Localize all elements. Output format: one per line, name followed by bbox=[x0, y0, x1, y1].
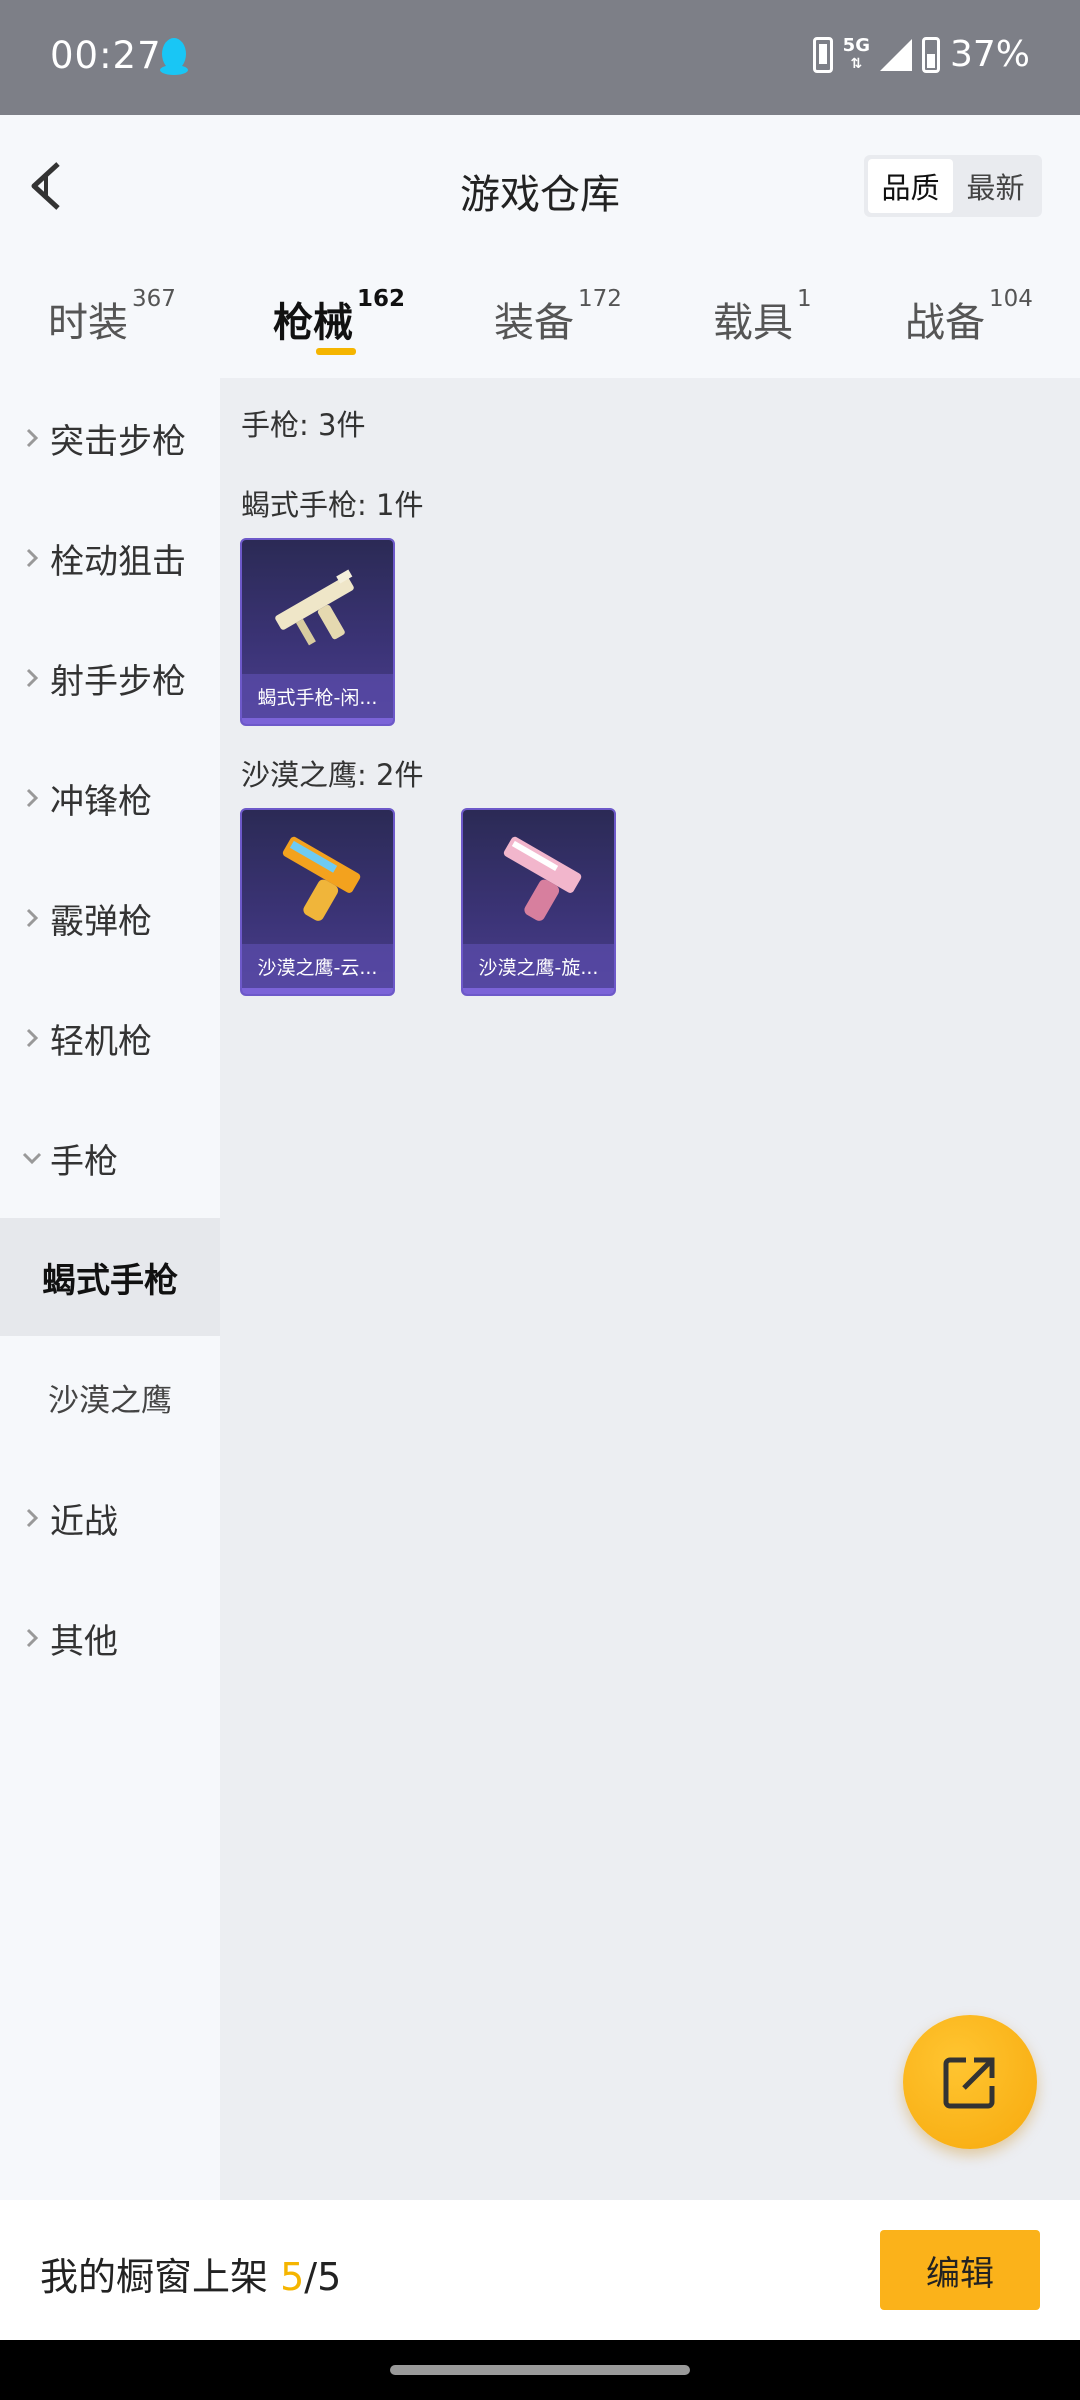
status-icons: 5G ⇅ 37% bbox=[812, 34, 1030, 75]
tab-vehicles[interactable]: 载具1 bbox=[713, 286, 812, 348]
tab-costume[interactable]: 时装367 bbox=[48, 286, 176, 348]
sidebar-item-label: 突击步枪 bbox=[50, 421, 186, 462]
sidebar-item-shotgun[interactable]: 霰弹枪 bbox=[0, 858, 220, 978]
sidebar-item-smg[interactable]: 冲锋枪 bbox=[0, 738, 220, 858]
status-bar: 00:27 5G ⇅ 37% bbox=[0, 0, 1080, 115]
sidebar-item-melee[interactable]: 近战 bbox=[0, 1458, 220, 1578]
chevron-right-icon bbox=[18, 1504, 46, 1532]
home-gesture-handle[interactable] bbox=[390, 2365, 690, 2375]
sidebar-item-label: 霰弹枪 bbox=[50, 901, 152, 942]
sidebar-subitem-desert-eagle[interactable]: 沙漠之鹰 bbox=[0, 1338, 220, 1456]
chevron-right-icon bbox=[18, 664, 46, 692]
tab-supplies[interactable]: 战备104 bbox=[905, 286, 1033, 348]
sidebar-item-bolt-sniper[interactable]: 栓动狙击 bbox=[0, 498, 220, 618]
tab-count: 104 bbox=[989, 286, 1033, 312]
tab-count: 162 bbox=[357, 286, 406, 312]
sidebar-item-assault-rifle[interactable]: 突击步枪 bbox=[0, 378, 220, 498]
chevron-right-icon bbox=[18, 784, 46, 812]
tab-firearms[interactable]: 枪械162 bbox=[273, 286, 405, 348]
share-fab-button[interactable] bbox=[903, 2015, 1037, 2149]
chevron-right-icon bbox=[18, 1624, 46, 1652]
chevron-right-icon bbox=[18, 904, 46, 932]
weapon-card-label: 蝎式手枪-闲... bbox=[242, 674, 393, 718]
sidebar-item-label: 轻机枪 bbox=[50, 1021, 152, 1062]
network-arrows: ⇅ bbox=[850, 55, 863, 72]
desert-eagle-cloud-skin-image bbox=[282, 836, 361, 921]
sidebar-item-label: 栓动狙击 bbox=[50, 541, 186, 582]
sort-option-quality[interactable]: 品质 bbox=[868, 159, 953, 213]
sidebar-item-label: 射手步枪 bbox=[50, 661, 186, 702]
showcase-label: 我的橱窗上架 bbox=[40, 2255, 269, 2299]
sort-option-newest[interactable]: 最新 bbox=[953, 159, 1038, 213]
battery-charging-icon bbox=[921, 36, 940, 73]
tab-equipment[interactable]: 装备172 bbox=[494, 286, 622, 348]
battery-percent: 37% bbox=[949, 34, 1030, 75]
sim-icon bbox=[812, 36, 833, 73]
tab-label: 战备 bbox=[905, 300, 985, 346]
sidebar-item-label: 近战 bbox=[50, 1501, 118, 1542]
tab-label: 枪械 bbox=[273, 300, 353, 346]
showcase-status: 我的橱窗上架 5/5 bbox=[40, 2246, 341, 2301]
sidebar-item-pistol[interactable]: 手枪 bbox=[0, 1098, 220, 1218]
chevron-down-icon bbox=[18, 1144, 46, 1172]
chevron-right-icon bbox=[18, 544, 46, 572]
sidebar-item-marksman-rifle[interactable]: 射手步枪 bbox=[0, 618, 220, 738]
section-summary: 手枪: 3件 bbox=[241, 408, 366, 442]
tab-label: 时装 bbox=[48, 300, 128, 346]
weapon-card[interactable]: 沙漠之鹰-云... bbox=[240, 808, 395, 996]
scorpion-pistol-skin-image bbox=[275, 569, 354, 646]
sidebar-item-lmg[interactable]: 轻机枪 bbox=[0, 978, 220, 1098]
network-label: 5G bbox=[842, 34, 870, 56]
sidebar-item-label: 冲锋枪 bbox=[50, 781, 152, 822]
tab-count: 1 bbox=[797, 286, 812, 312]
weapon-card[interactable]: 沙漠之鹰-旋... bbox=[461, 808, 616, 996]
sidebar-item-other[interactable]: 其他 bbox=[0, 1578, 220, 1698]
edit-button[interactable]: 编辑 bbox=[880, 2230, 1040, 2310]
signal-icon bbox=[879, 38, 912, 71]
tab-count: 172 bbox=[578, 286, 622, 312]
group-title-desert-eagle: 沙漠之鹰: 2件 bbox=[241, 758, 424, 792]
qq-icon bbox=[160, 38, 188, 75]
network-5g-icon: 5G ⇅ bbox=[842, 34, 870, 73]
weapon-card-label: 沙漠之鹰-云... bbox=[242, 944, 393, 988]
sidebar-item-label: 手枪 bbox=[50, 1141, 118, 1182]
tab-label: 载具 bbox=[713, 300, 793, 346]
sidebar-item-label: 其他 bbox=[50, 1621, 118, 1662]
sort-toggle: 品质 最新 bbox=[864, 155, 1042, 217]
chevron-right-icon bbox=[18, 424, 46, 452]
active-tab-indicator bbox=[316, 348, 356, 355]
sidebar-subitem-scorpion[interactable]: 蝎式手枪 bbox=[0, 1218, 220, 1336]
weapon-card-label: 沙漠之鹰-旋... bbox=[463, 944, 614, 988]
status-time: 00:27 bbox=[50, 34, 162, 77]
group-title-scorpion: 蝎式手枪: 1件 bbox=[241, 488, 424, 522]
desert-eagle-pink-skin-image bbox=[503, 836, 582, 921]
tab-count: 367 bbox=[132, 286, 176, 312]
category-tabs: 时装367 枪械162 装备172 载具1 战备104 bbox=[0, 270, 1080, 378]
showcase-total: /5 bbox=[304, 2255, 342, 2299]
chevron-right-icon bbox=[18, 1024, 46, 1052]
share-external-icon bbox=[943, 2057, 995, 2109]
tab-label: 装备 bbox=[494, 300, 574, 346]
showcase-current-count: 5 bbox=[280, 2255, 305, 2299]
weapon-card[interactable]: 蝎式手枪-闲... bbox=[240, 538, 395, 726]
